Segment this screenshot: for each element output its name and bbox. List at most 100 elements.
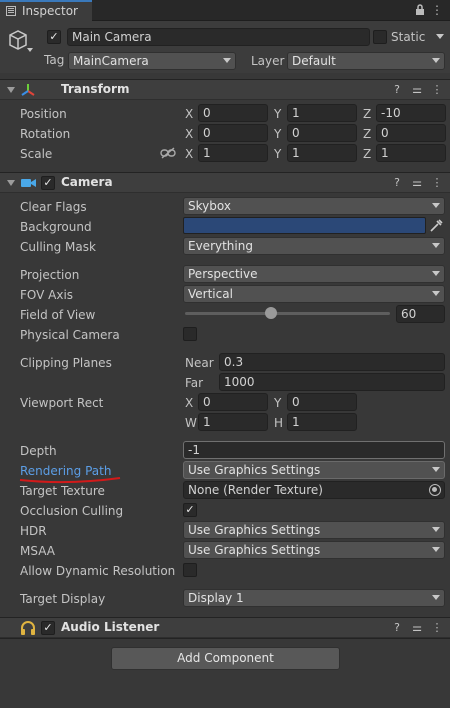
fov-axis-dropdown[interactable]: Vertical <box>183 285 445 303</box>
object-picker-icon[interactable] <box>429 484 441 496</box>
background-color-field[interactable] <box>183 217 426 234</box>
position-x-input[interactable]: 0 <box>198 104 268 122</box>
viewport-w-label[interactable]: W <box>185 415 197 431</box>
background-label: Background <box>20 220 92 234</box>
clear-flags-dropdown[interactable]: Skybox <box>183 197 445 215</box>
rotation-x-label[interactable]: X <box>185 126 193 142</box>
position-y-input[interactable]: 1 <box>287 104 357 122</box>
viewport-y-input[interactable]: 0 <box>287 393 357 411</box>
target-texture-field[interactable]: None (Render Texture) <box>183 481 445 499</box>
position-x-label[interactable]: X <box>185 106 193 122</box>
viewport-w-input[interactable]: 1 <box>198 413 268 431</box>
divider <box>0 638 450 639</box>
camera-foldout-arrow[interactable] <box>7 180 15 186</box>
near-input[interactable]: 0.3 <box>219 353 445 371</box>
audio-listener-title: Audio Listener <box>61 620 160 634</box>
static-dropdown-arrow[interactable] <box>436 34 444 39</box>
projection-label: Projection <box>20 268 80 282</box>
far-label: Far <box>185 376 204 390</box>
camera-title: Camera <box>61 175 113 189</box>
scale-y-label[interactable]: Y <box>274 146 281 162</box>
position-z-input[interactable]: -10 <box>376 104 446 122</box>
inspector-icon <box>6 6 16 16</box>
projection-dropdown[interactable]: Perspective <box>183 265 445 283</box>
physical-camera-checkbox[interactable] <box>183 327 197 341</box>
transform-icon <box>20 82 36 98</box>
audio-listener-header[interactable]: ✓ Audio Listener ? ⚌ ⋮ <box>0 617 450 638</box>
scale-label: Scale <box>20 147 53 161</box>
camera-icon <box>21 177 37 189</box>
scale-z-input[interactable]: 1 <box>376 144 446 162</box>
rotation-x-input[interactable]: 0 <box>198 124 268 142</box>
scale-y-input[interactable]: 1 <box>287 144 357 162</box>
rendering-path-dropdown[interactable]: Use Graphics Settings <box>183 461 445 479</box>
depth-label: Depth <box>20 444 57 458</box>
help-icon[interactable]: ? <box>390 618 404 637</box>
presets-icon[interactable]: ⚌ <box>410 173 424 192</box>
target-display-label: Target Display <box>20 592 106 606</box>
tab-inspector[interactable]: Inspector <box>0 0 92 21</box>
fov-slider-track[interactable] <box>185 312 390 315</box>
viewport-rect-label: Viewport Rect <box>20 396 104 410</box>
occlusion-culling-checkbox[interactable]: ✓ <box>183 503 197 517</box>
physical-camera-label: Physical Camera <box>20 328 120 342</box>
far-input[interactable]: 1000 <box>219 373 445 391</box>
rotation-y-input[interactable]: 0 <box>287 124 357 142</box>
viewport-x-label[interactable]: X <box>185 395 193 411</box>
component-menu-icon[interactable]: ⋮ <box>430 80 444 99</box>
presets-icon[interactable]: ⚌ <box>410 618 424 637</box>
rotation-y-label[interactable]: Y <box>274 126 281 142</box>
transform-header[interactable]: Transform ? ⚌ ⋮ <box>0 79 450 100</box>
target-texture-label: Target Texture <box>20 484 105 498</box>
tag-dropdown[interactable]: MainCamera <box>68 52 236 70</box>
fov-axis-label: FOV Axis <box>20 288 74 302</box>
add-component-button[interactable]: Add Component <box>111 647 340 670</box>
rotation-z-input[interactable]: 0 <box>376 124 446 142</box>
msaa-label: MSAA <box>20 544 55 558</box>
help-icon[interactable]: ? <box>390 173 404 192</box>
position-z-label[interactable]: Z <box>363 106 371 122</box>
field-of-view-label: Field of View <box>20 308 96 322</box>
depth-input[interactable]: -1 <box>183 441 445 459</box>
viewport-x-input[interactable]: 0 <box>198 393 268 411</box>
icon-dropdown-arrow[interactable] <box>27 48 33 52</box>
msaa-dropdown[interactable]: Use Graphics Settings <box>183 541 445 559</box>
gameobject-name-input[interactable]: Main Camera <box>67 28 370 46</box>
camera-header[interactable]: ✓ Camera ? ⚌ ⋮ <box>0 172 450 193</box>
transform-title: Transform <box>61 82 130 96</box>
audio-listener-enabled-checkbox[interactable]: ✓ <box>41 621 55 635</box>
target-display-dropdown[interactable]: Display 1 <box>183 589 445 607</box>
near-label: Near <box>185 356 214 370</box>
gameobject-active-checkbox[interactable]: ✓ <box>47 30 61 44</box>
help-icon[interactable]: ? <box>390 80 404 99</box>
position-y-label[interactable]: Y <box>274 106 281 122</box>
camera-enabled-checkbox[interactable]: ✓ <box>41 176 55 190</box>
field-of-view-input[interactable]: 60 <box>396 305 445 323</box>
fov-slider-thumb[interactable] <box>265 307 278 319</box>
hdr-dropdown[interactable]: Use Graphics Settings <box>183 521 445 539</box>
constrain-proportions-icon[interactable] <box>160 147 176 159</box>
dynamic-resolution-checkbox[interactable] <box>183 563 197 577</box>
viewport-y-label[interactable]: Y <box>274 395 281 411</box>
scale-x-label[interactable]: X <box>185 146 193 162</box>
layer-label: Layer <box>251 54 285 68</box>
rotation-z-label[interactable]: Z <box>363 126 371 142</box>
scale-z-label[interactable]: Z <box>363 146 371 162</box>
component-menu-icon[interactable]: ⋮ <box>430 173 444 192</box>
clear-flags-label: Clear Flags <box>20 200 87 214</box>
culling-mask-dropdown[interactable]: Everything <box>183 237 445 255</box>
static-checkbox[interactable] <box>373 30 387 44</box>
static-label: Static <box>391 30 426 44</box>
transform-foldout-arrow[interactable] <box>7 87 15 93</box>
scale-x-input[interactable]: 1 <box>198 144 268 162</box>
layer-dropdown[interactable]: Default <box>287 52 445 70</box>
component-menu-icon[interactable]: ⋮ <box>430 618 444 637</box>
presets-icon[interactable]: ⚌ <box>410 80 424 99</box>
eyedropper-icon[interactable] <box>427 217 445 234</box>
clipping-planes-label: Clipping Planes <box>20 356 112 370</box>
viewport-h-input[interactable]: 1 <box>287 413 357 431</box>
viewport-h-label[interactable]: H <box>274 415 283 431</box>
lock-icon[interactable] <box>413 2 427 18</box>
more-options-icon[interactable]: ⋮ <box>430 2 444 18</box>
tab-inspector-label: Inspector <box>22 4 78 18</box>
